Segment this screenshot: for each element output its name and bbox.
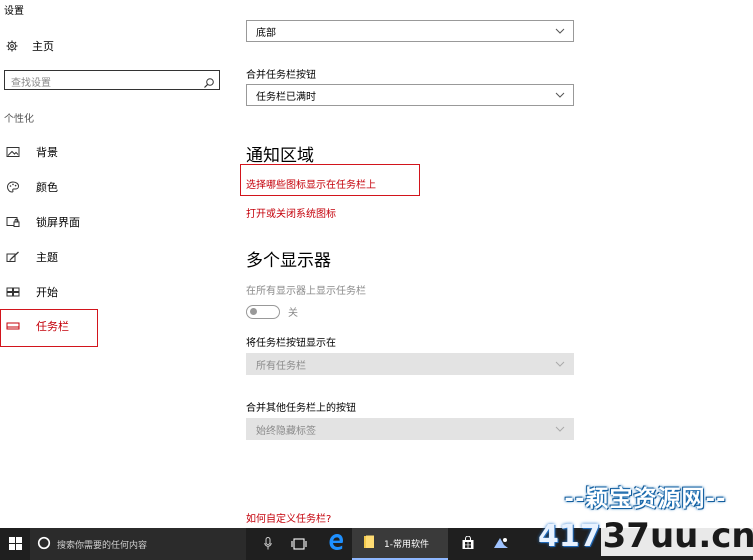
app-title: 设置: [4, 6, 24, 17]
combine-buttons-label: 合并任务栏按钮: [246, 70, 316, 81]
dropdown-value: 始终隐藏标签: [256, 425, 316, 437]
chevron-down-icon: [555, 26, 565, 36]
dropdown-value: 底部: [256, 27, 276, 39]
dropdown-value: 任务栏已满时: [256, 91, 316, 103]
settings-sidebar: 设置 主页 个性化 背景 颜色 锁屏界面 主题: [0, 0, 228, 528]
notification-area-heading: 通知区域: [246, 146, 314, 166]
highlight-frame-link: [240, 164, 420, 196]
watermark-domain-part2: 37uu.cn: [600, 516, 753, 556]
sidebar-item-label: 开始: [36, 286, 58, 299]
start-button[interactable]: [0, 528, 30, 560]
sidebar-item-label: 锁屏界面: [36, 216, 80, 229]
edge-browser-icon: [327, 533, 345, 555]
combine-other-label: 合并其他任务栏上的按钮: [246, 403, 356, 414]
chevron-down-icon: [555, 424, 565, 434]
sidebar-item-colors[interactable]: 颜色: [6, 179, 58, 195]
chevron-down-icon: [555, 90, 565, 100]
chevron-down-icon: [555, 359, 565, 369]
palette-icon: [6, 181, 20, 193]
customize-taskbar-help-link[interactable]: 如何自定义任务栏?: [246, 510, 331, 525]
store-bag-icon: [461, 535, 475, 554]
settings-search-box[interactable]: [4, 70, 220, 93]
sidebar-item-label: 主题: [36, 251, 58, 264]
folder-icon: [362, 534, 376, 553]
toggle-track[interactable]: [246, 304, 280, 319]
combine-other-dropdown[interactable]: 始终隐藏标签: [246, 418, 574, 440]
taskbar-folder-label: 1-常用软件: [384, 539, 429, 550]
sidebar-home[interactable]: 主页: [6, 38, 54, 54]
picture-icon: [6, 146, 20, 158]
watermark-site-name: --颖宝资源网--: [564, 486, 727, 512]
show-buttons-on-label: 将任务栏按钮显示在: [246, 338, 336, 349]
show-on-all-displays-label: 在所有显示器上显示任务栏: [246, 286, 366, 297]
sidebar-home-label: 主页: [32, 40, 54, 53]
highlight-frame-taskbar: [0, 309, 98, 347]
taskbar-app-folder[interactable]: 1-常用软件: [352, 528, 448, 560]
settings-search-input[interactable]: [5, 74, 193, 93]
section-label-personalization: 个性化: [4, 114, 34, 125]
toggle-knob: [250, 307, 257, 315]
taskbar-search-placeholder: 搜索你需要的任何内容: [57, 540, 148, 551]
taskbar-position-dropdown[interactable]: 底部: [246, 20, 574, 42]
microphone-button[interactable]: [258, 528, 278, 560]
dropdown-value: 所有任务栏: [256, 360, 306, 372]
theme-brush-icon: [6, 251, 20, 263]
sidebar-item-label: 背景: [36, 146, 58, 159]
system-icons-link[interactable]: 打开或关闭系统图标: [246, 205, 336, 220]
multiple-displays-heading: 多个显示器: [246, 251, 331, 271]
site-watermark-logo: --颖宝资源网-- 417 37uu.cn: [538, 478, 753, 560]
microphone-icon: [264, 535, 272, 554]
combine-buttons-dropdown[interactable]: 任务栏已满时: [246, 84, 574, 106]
start-grid-icon: [6, 286, 20, 298]
app-shortcut-icon: [493, 535, 509, 554]
store-button[interactable]: [456, 528, 480, 560]
watermark-domain: 417 37uu.cn: [538, 512, 753, 560]
sidebar-item-background[interactable]: 背景: [6, 144, 58, 160]
taskbar-search-box[interactable]: 搜索你需要的任何内容: [30, 528, 246, 560]
cortana-circle-icon: [37, 535, 51, 554]
show-on-all-displays-toggle[interactable]: 关: [246, 304, 298, 319]
show-buttons-on-dropdown[interactable]: 所有任务栏: [246, 353, 574, 375]
toggle-state: 关: [288, 308, 298, 319]
sidebar-item-lock-screen[interactable]: 锁屏界面: [6, 214, 80, 230]
sidebar-item-label: 颜色: [36, 181, 58, 194]
windows-logo-icon: [8, 535, 22, 554]
search-icon[interactable]: [203, 74, 215, 88]
task-view-icon: [291, 535, 307, 554]
task-view-button[interactable]: [286, 528, 312, 560]
taskbar-app-button[interactable]: [490, 528, 512, 560]
edge-browser-button[interactable]: [322, 528, 350, 560]
sidebar-item-start[interactable]: 开始: [6, 284, 58, 300]
lock-screen-icon: [6, 216, 20, 228]
taskbar-settings-panel: 底部 合并任务栏按钮 任务栏已满时 通知区域 选择哪些图标显示在任务栏上 打开或…: [240, 0, 746, 528]
sidebar-item-themes[interactable]: 主题: [6, 249, 58, 265]
gear-icon: [6, 40, 18, 52]
watermark-domain-part1: 417: [538, 518, 601, 554]
